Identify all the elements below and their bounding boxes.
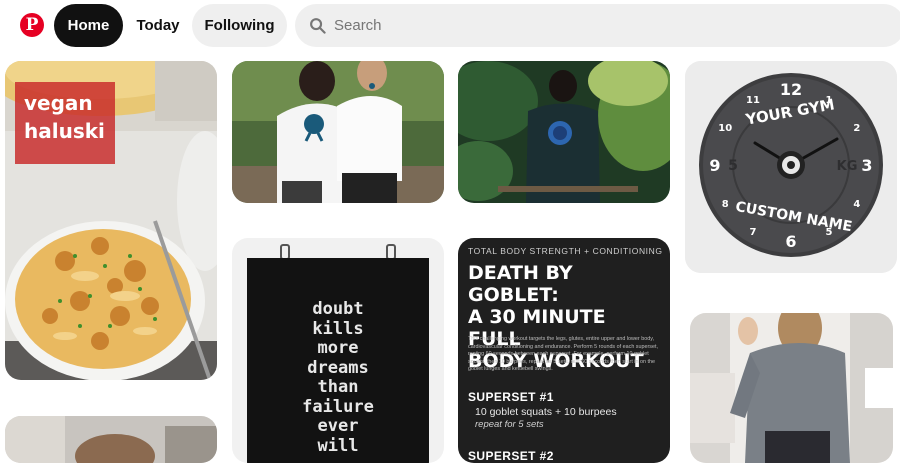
clock-numeral: 12: [780, 80, 802, 99]
poster-line: will: [317, 435, 359, 456]
vegan-label-line1: vegan: [24, 91, 93, 115]
clock-numeral: 3: [861, 156, 872, 175]
logo-glyph: P: [25, 15, 39, 35]
clock-numeral: 4: [853, 199, 860, 210]
pin-motivational-poster[interactable]: doubt kills more dreams than failure eve…: [232, 238, 444, 463]
poster-line: doubt: [312, 299, 364, 319]
clock-numeral: 6: [785, 232, 796, 251]
following-label: Following: [204, 17, 275, 34]
couple-photo-image: [232, 61, 444, 203]
workout-title-line: DEATH BY GOBLET:: [468, 262, 573, 306]
clock-weight-left: 5: [728, 158, 738, 174]
superset-1-title: SUPERSET #1: [468, 390, 554, 404]
sweater-photo-image: [690, 313, 893, 463]
poster-line: failure: [302, 396, 374, 417]
vegan-label-line2: haluski: [24, 119, 105, 143]
search-icon: [310, 18, 326, 34]
poster-sheet: doubt kills more dreams than failure eve…: [247, 258, 429, 463]
poster-line: kills: [312, 318, 364, 339]
clock-weight-right: KG: [837, 159, 858, 174]
clock-numeral: 8: [722, 199, 729, 210]
workout-description: This challenging workout targets the leg…: [468, 336, 658, 372]
clock-numeral: 11: [746, 95, 760, 106]
poster-line: dreams: [307, 357, 369, 378]
pin-gym-clock[interactable]: 12 1 2 3 4 5 6 7 8 9 10 11 YOUR GYM CUSTOM NAME 5 K…: [685, 61, 897, 273]
clock-numeral: 2: [853, 123, 860, 134]
superset-1-repeat: repeat for 5 sets: [475, 419, 544, 430]
today-button[interactable]: Today: [128, 4, 188, 47]
clock-numeral: 9: [709, 156, 720, 175]
pin-grey-sweater[interactable]: [690, 313, 893, 463]
pinterest-logo-icon[interactable]: P: [20, 13, 44, 37]
gym-clock-image: 121234567891011 YOUR GYM CUSTOM NAME 5 K…: [685, 61, 897, 273]
superset-2-title: SUPERSET #2: [468, 449, 554, 463]
pin-garden-shirt[interactable]: [458, 61, 670, 203]
home-button[interactable]: Home: [54, 4, 123, 47]
garden-photo-image: [458, 61, 670, 203]
poster-line: more: [317, 338, 359, 358]
home-label: Home: [67, 17, 110, 34]
superset-1-exercises: 10 goblet squats + 10 burpees: [475, 406, 617, 418]
pin-vegan-haluski[interactable]: vegan haluski: [5, 61, 217, 380]
workout-eyebrow: TOTAL BODY STRENGTH + CONDITIONING: [468, 246, 663, 256]
vegan-haluski-overlay: vegan haluski: [15, 82, 115, 164]
top-bar: P Home Today Following: [0, 0, 900, 52]
pin-goblet-workout[interactable]: TOTAL BODY STRENGTH + CONDITIONING DEATH…: [458, 238, 670, 463]
clock-numeral: 7: [750, 227, 757, 238]
today-label: Today: [136, 17, 180, 34]
partial-photo-image: [5, 416, 217, 463]
poster-quote: doubt kills more dreams than failure eve…: [247, 299, 429, 456]
clock-numeral: 10: [718, 123, 732, 134]
search-input[interactable]: [334, 17, 734, 34]
following-button[interactable]: Following: [192, 4, 287, 47]
pin-partial-bottom[interactable]: [5, 416, 217, 463]
poster-line: than: [317, 377, 359, 397]
poster-line: ever: [317, 416, 359, 436]
search-bar[interactable]: [295, 4, 900, 47]
pin-couple-tshirts[interactable]: [232, 61, 444, 203]
